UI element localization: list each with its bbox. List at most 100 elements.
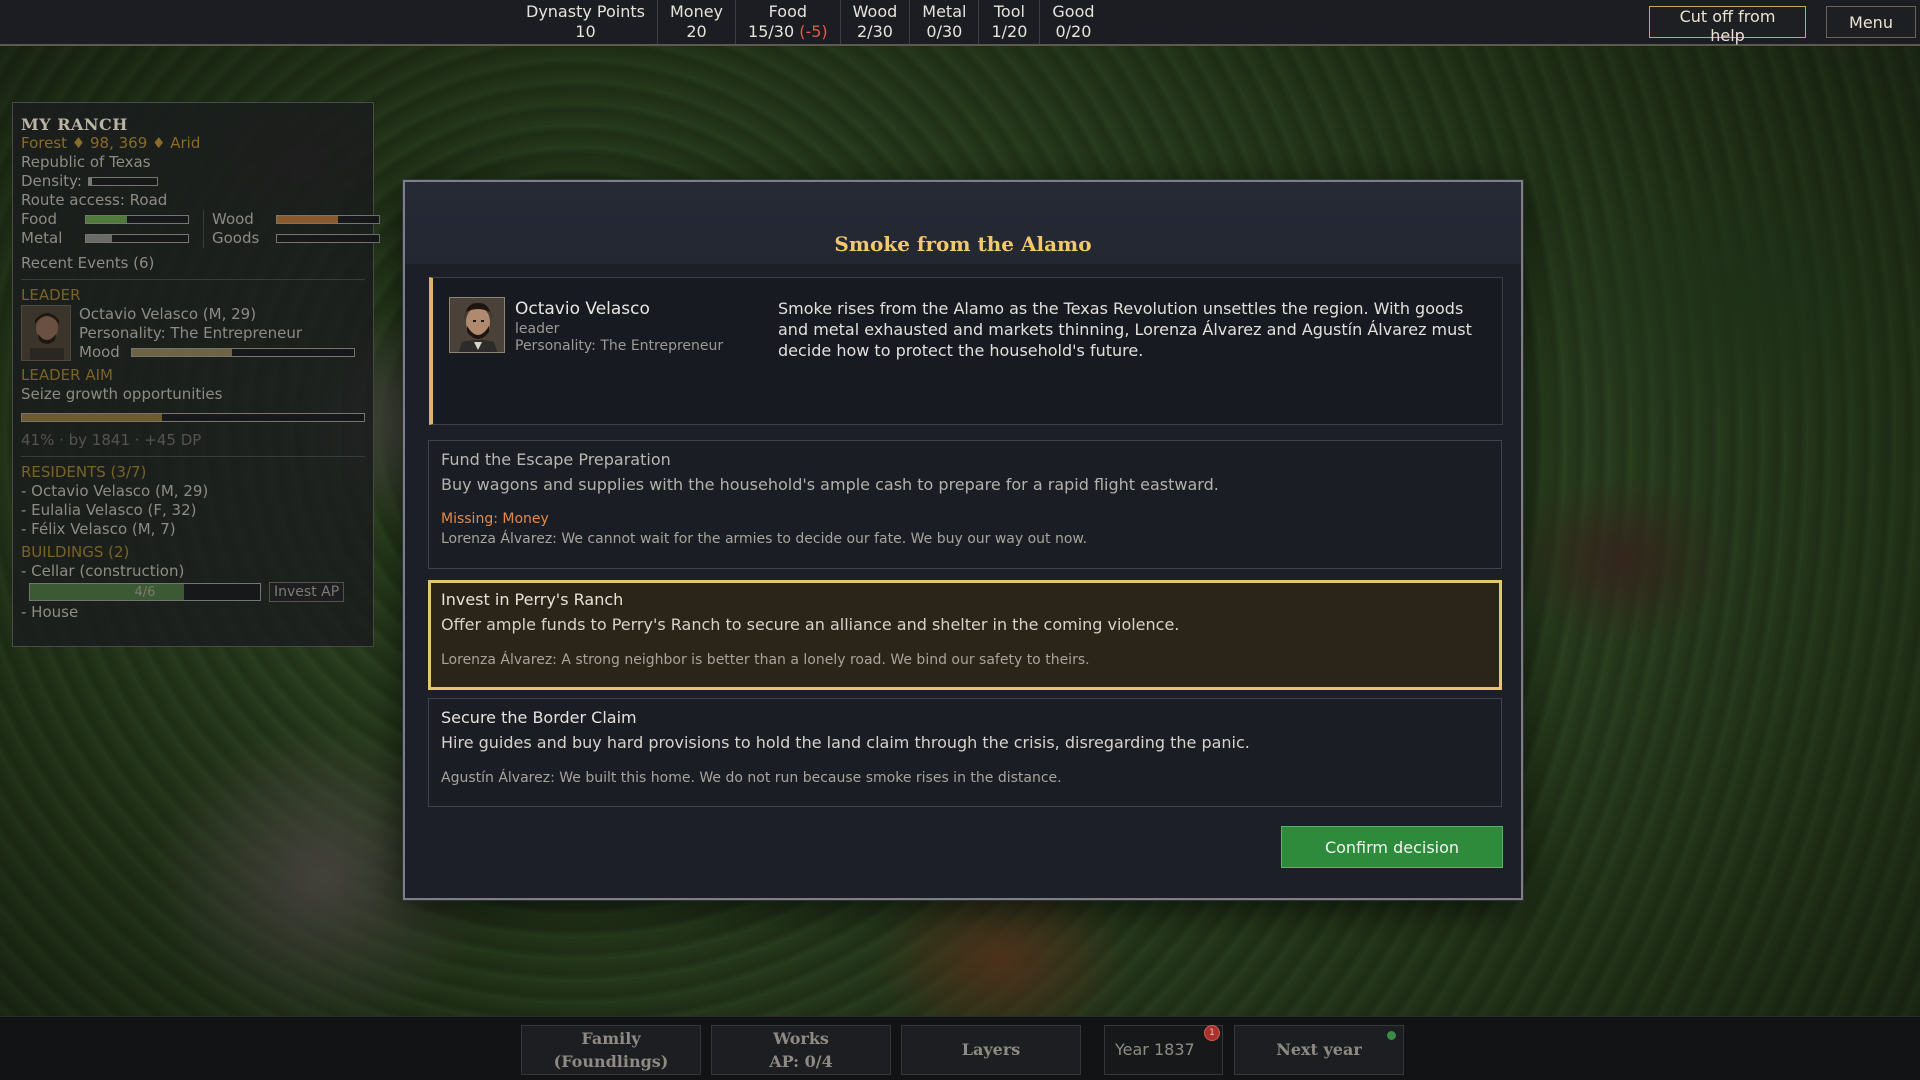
- resident-item: - Octavio Velasco (M, 29): [21, 482, 209, 500]
- metal-bar: [85, 234, 189, 243]
- food-bar-fill: [86, 216, 127, 223]
- stock-bars: Food Metal Wood Goods: [21, 210, 380, 248]
- aim-progress-wrap: [21, 408, 365, 427]
- resident-item: - Félix Velasco (M, 7): [21, 520, 176, 538]
- divider: [21, 279, 365, 280]
- year-badge-count: 1: [1209, 1028, 1215, 1038]
- resource-money: Money 20: [658, 0, 737, 44]
- resource-tool: Tool 1/20: [979, 0, 1041, 44]
- choice-quote: Lorenza Álvarez: We cannot wait for the …: [441, 531, 1088, 547]
- leader-portrait[interactable]: [21, 305, 71, 361]
- choice-missing-requirement: Missing: Money: [441, 511, 549, 527]
- resource-label: Food: [768, 2, 808, 21]
- stock-label: Wood: [212, 210, 254, 228]
- stock-label: Goods: [212, 229, 260, 247]
- works-button[interactable]: Works AP: 0/4: [711, 1025, 891, 1075]
- choice-description: Hire guides and buy hard provisions to h…: [441, 733, 1250, 752]
- aim-progress-bar: [21, 413, 365, 422]
- goods-bar: [276, 234, 380, 243]
- resource-food: Food 15/30 (-5): [736, 0, 841, 44]
- choice-fund-escape[interactable]: Fund the Escape Preparation Buy wagons a…: [428, 440, 1502, 569]
- choice-quote: Agustín Álvarez: We built this home. We …: [441, 770, 1062, 786]
- building-house: - House: [21, 603, 79, 621]
- resource-amount: 15/30: [748, 22, 795, 41]
- event-title: Smoke from the Alamo: [834, 232, 1092, 256]
- character-personality: Personality: The Entrepreneur: [515, 338, 724, 354]
- character-portrait-art: [450, 298, 504, 352]
- resource-label: Tool: [993, 2, 1025, 21]
- choice-quote: Lorenza Álvarez: A strong neighbor is be…: [441, 652, 1090, 668]
- food-bar: [85, 215, 189, 224]
- leader-portrait-art: [22, 306, 70, 360]
- resource-value: 0/30: [926, 22, 963, 41]
- character-portrait: [449, 297, 505, 353]
- ranch-nation: Republic of Texas: [21, 153, 151, 171]
- menu-button[interactable]: Menu: [1826, 6, 1916, 38]
- invest-ap-button[interactable]: Invest AP: [269, 582, 345, 602]
- metal-bar-fill: [86, 235, 112, 242]
- residents-header: RESIDENTS (3/7): [21, 463, 147, 481]
- leader-header: LEADER: [21, 286, 81, 304]
- aim-progress-fill: [22, 414, 163, 421]
- mood-bar: [131, 348, 355, 357]
- recent-events-link[interactable]: Recent Events (6): [21, 254, 365, 273]
- bottom-bar: Family (Foundlings) Works AP: 0/4 Layers…: [0, 1016, 1920, 1080]
- resource-value: 0/20: [1055, 22, 1092, 41]
- choice-title: Fund the Escape Preparation: [441, 450, 671, 469]
- family-button[interactable]: Family (Foundlings): [521, 1025, 701, 1075]
- density-row: Density:: [21, 172, 365, 191]
- stock-metal: Metal: [21, 229, 189, 248]
- mood-row: Mood: [79, 343, 365, 362]
- resource-list: Dynasty Points 10 Money 20 Food 15/30 (-…: [514, 0, 1107, 44]
- stock-label: Food: [21, 210, 57, 228]
- stock-col-left: Food Metal: [21, 210, 189, 248]
- event-narrative-text: Smoke rises from the Alamo as the Texas …: [778, 299, 1472, 360]
- density-bar-fill: [89, 178, 93, 185]
- stock-food: Food: [21, 210, 189, 229]
- stock-col-right: Wood Goods: [203, 210, 380, 248]
- cellar-progress-bar: 4/6: [29, 583, 261, 601]
- works-ap-counter: AP: 0/4: [769, 1052, 833, 1071]
- mood-label: Mood: [79, 343, 120, 361]
- resource-label: Money: [669, 2, 724, 21]
- character-name: Octavio Velasco: [515, 299, 650, 319]
- resource-delta: (-5): [799, 22, 828, 41]
- resource-label: Good: [1052, 2, 1095, 21]
- stock-goods: Goods: [212, 229, 380, 248]
- resource-metal: Metal 0/30: [910, 0, 980, 44]
- choice-description: Offer ample funds to Perry's Ranch to se…: [441, 615, 1180, 634]
- choice-secure-border-claim[interactable]: Secure the Border Claim Hire guides and …: [428, 698, 1502, 807]
- aim-detail: 41% · by 1841 · +45 DP: [21, 431, 202, 449]
- resource-good: Good 0/20: [1040, 0, 1106, 44]
- choice-title: Invest in Perry's Ranch: [441, 590, 624, 609]
- resource-label: Metal: [922, 2, 967, 21]
- cut-off-from-help-button[interactable]: Cut off from help: [1649, 6, 1806, 45]
- resource-value: 1/20: [991, 22, 1028, 41]
- confirm-decision-button[interactable]: Confirm decision: [1281, 826, 1503, 868]
- choice-invest-perrys-ranch[interactable]: Invest in Perry's Ranch Offer ample fund…: [428, 580, 1502, 690]
- choice-description: Buy wagons and supplies with the househo…: [441, 475, 1219, 494]
- ranch-title: MY RANCH: [21, 115, 128, 134]
- resource-value: 20: [686, 22, 707, 41]
- leader-name: Octavio Velasco (M, 29): [79, 305, 257, 323]
- next-year-ready-indicator: [1387, 1031, 1396, 1040]
- resource-value: 15/30 (-5): [748, 22, 828, 42]
- resource-wood: Wood 2/30: [841, 0, 911, 44]
- density-label: Density:: [21, 172, 82, 190]
- ranch-location: Forest ♦ 98, 369 ♦ Arid: [21, 134, 201, 152]
- wood-bar-fill: [277, 216, 339, 223]
- event-dialog: Smoke from the Alamo Octavio Velasco lea…: [403, 180, 1523, 900]
- ranch-panel: MY RANCH Forest ♦ 98, 369 ♦ Arid Republi…: [12, 102, 380, 647]
- next-year-button[interactable]: Next year: [1234, 1025, 1404, 1075]
- layers-button[interactable]: Layers: [901, 1025, 1081, 1075]
- leader-row: Octavio Velasco (M, 29) Personality: The…: [21, 305, 365, 362]
- top-resource-bar: Dynasty Points 10 Money 20 Food 15/30 (-…: [0, 0, 1920, 46]
- family-label: Family: [581, 1029, 641, 1048]
- works-label: Works: [773, 1029, 829, 1048]
- resource-value: 2/30: [857, 22, 893, 41]
- stock-label: Metal: [21, 229, 63, 247]
- divider: [21, 456, 365, 457]
- cellar-progress-text: 4/6: [134, 585, 156, 600]
- route-access: Route access: Road: [21, 191, 168, 209]
- resource-label: Wood: [852, 2, 898, 21]
